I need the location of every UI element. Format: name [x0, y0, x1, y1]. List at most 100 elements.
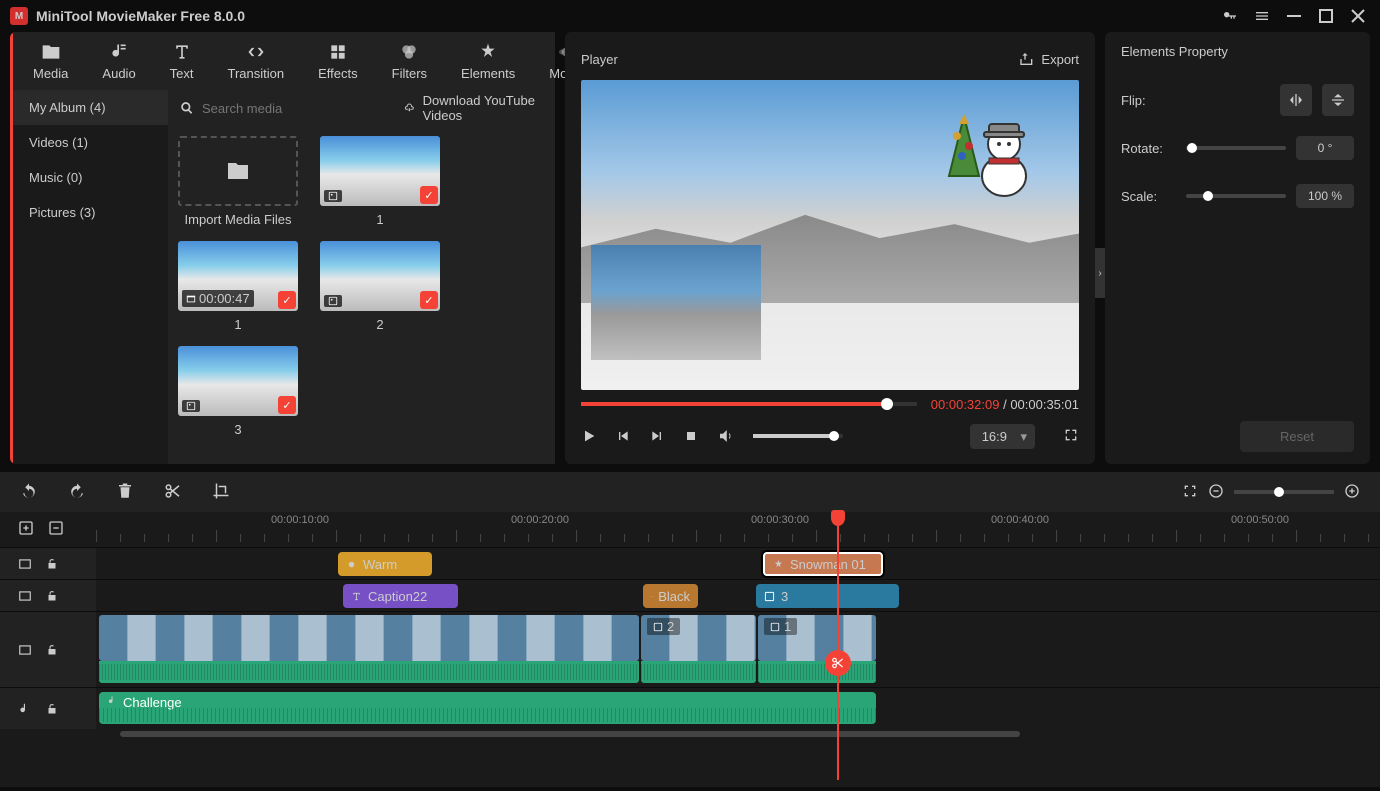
split-button[interactable] [164, 482, 182, 503]
crop-button[interactable] [212, 482, 230, 503]
snowman-element [929, 86, 1039, 201]
rotate-value[interactable]: 0 ° [1296, 136, 1354, 160]
add-track-icon[interactable] [18, 520, 34, 536]
pip-overlay [591, 245, 761, 360]
close-button[interactable] [1346, 4, 1370, 28]
check-icon: ✓ [420, 291, 438, 309]
clip-pic3[interactable]: 3 [756, 584, 899, 608]
check-icon: ✓ [278, 291, 296, 309]
unlock-icon[interactable] [46, 590, 58, 602]
image-icon [324, 190, 342, 202]
track-audio: Challenge [0, 687, 1380, 729]
maximize-button[interactable] [1314, 4, 1338, 28]
film-icon [18, 643, 32, 657]
download-youtube-button[interactable]: Download YouTube Videos [390, 90, 555, 126]
sidebar-item-pictures[interactable]: Pictures (3) [13, 195, 168, 230]
minimize-button[interactable] [1282, 4, 1306, 28]
play-button[interactable] [581, 428, 597, 444]
search-box[interactable] [168, 101, 390, 116]
rotate-slider[interactable] [1186, 146, 1286, 150]
tab-elements[interactable]: Elements [455, 38, 521, 85]
media-item[interactable]: ✓ 2 [320, 241, 440, 332]
clip-pic2[interactable]: 2 [641, 615, 756, 661]
stop-button[interactable] [683, 428, 699, 444]
flip-label: Flip: [1121, 93, 1176, 108]
tab-transition[interactable]: Transition [222, 38, 291, 85]
flip-horizontal-button[interactable] [1280, 84, 1312, 116]
media-item[interactable]: ✓ 3 [178, 346, 298, 437]
clip-video-main-audio[interactable] [99, 661, 639, 683]
export-button[interactable]: Export [1017, 51, 1079, 67]
zoom-out-button[interactable] [1208, 483, 1224, 502]
scale-value[interactable]: 100 % [1296, 184, 1354, 208]
clip-video-main[interactable] [99, 615, 639, 661]
delete-button[interactable] [116, 482, 134, 503]
media-item[interactable]: 00:00:47✓ 1 [178, 241, 298, 332]
clip-challenge[interactable]: Challenge [99, 692, 876, 724]
aspect-ratio-select[interactable]: 16:9 [970, 424, 1035, 449]
zoom-in-button[interactable] [1344, 483, 1360, 502]
import-media-button[interactable]: Import Media Files [178, 136, 298, 227]
search-icon [180, 101, 194, 115]
volume-slider[interactable] [753, 434, 843, 438]
unlock-icon[interactable] [46, 703, 58, 715]
unlock-icon[interactable] [46, 644, 58, 656]
tracks-area: Warm Snowman 01 Caption22 Black 3 2 1 [0, 547, 1380, 787]
clip-warm[interactable]: Warm [338, 552, 432, 576]
progress-row: 00:00:32:09 / 00:00:35:01 [581, 394, 1079, 414]
sidebar-item-music[interactable]: Music (0) [13, 160, 168, 195]
folder-icon [226, 159, 250, 183]
prev-button[interactable] [615, 428, 631, 444]
cloud-download-icon [404, 101, 415, 115]
track-text: Caption22 Black 3 [0, 579, 1380, 611]
preview-area[interactable] [581, 80, 1079, 390]
clip-pic1[interactable]: 1 [758, 615, 876, 661]
remove-track-icon[interactable] [48, 520, 64, 536]
clip-snowman[interactable]: Snowman 01 [763, 552, 883, 576]
scale-label: Scale: [1121, 189, 1176, 204]
clip-black[interactable]: Black [643, 584, 698, 608]
menu-icon[interactable] [1250, 4, 1274, 28]
image-icon [324, 295, 342, 307]
import-label: Import Media Files [185, 212, 292, 227]
seek-bar[interactable] [581, 402, 917, 406]
tab-effects[interactable]: Effects [312, 38, 364, 85]
tab-media[interactable]: Media [27, 38, 74, 85]
tab-text[interactable]: Text [164, 38, 200, 85]
key-icon[interactable] [1218, 4, 1242, 28]
main-tabs: Media Audio Text Transition Effects Filt… [13, 32, 555, 90]
next-button[interactable] [649, 428, 665, 444]
media-panel: Media Audio Text Transition Effects Filt… [10, 32, 555, 464]
timeline-ruler[interactable]: 00:00:10:00 00:00:20:00 00:00:30:00 00:0… [0, 512, 1380, 547]
media-item[interactable]: ✓ 1 [320, 136, 440, 227]
zoom-slider[interactable] [1234, 490, 1334, 494]
check-icon: ✓ [278, 396, 296, 414]
volume-button[interactable] [717, 427, 735, 445]
undo-button[interactable] [20, 482, 38, 503]
redo-button[interactable] [68, 482, 86, 503]
collapse-button[interactable]: › [1095, 248, 1105, 298]
horizontal-scrollbar[interactable] [0, 729, 1380, 739]
unlock-icon[interactable] [46, 558, 58, 570]
check-icon: ✓ [420, 186, 438, 204]
clip-caption[interactable]: Caption22 [343, 584, 458, 608]
tab-audio[interactable]: Audio [96, 38, 141, 85]
sidebar-item-videos[interactable]: Videos (1) [13, 125, 168, 160]
split-indicator[interactable] [825, 650, 851, 676]
timeline: 00:00:10:00 00:00:20:00 00:00:30:00 00:0… [0, 472, 1380, 787]
title-bar: M MiniTool MovieMaker Free 8.0.0 [0, 0, 1380, 32]
scale-slider[interactable] [1186, 194, 1286, 198]
media-sidebar: My Album (4) Videos (1) Music (0) Pictur… [13, 90, 168, 464]
tab-filters[interactable]: Filters [386, 38, 433, 85]
text-icon [351, 591, 362, 602]
fit-button[interactable] [1182, 483, 1198, 502]
media-grid: Import Media Files ✓ 1 00:00:47✓ 1 ✓ 2 [168, 126, 555, 464]
reset-button[interactable]: Reset [1240, 421, 1354, 452]
sidebar-item-myalbum[interactable]: My Album (4) [13, 90, 168, 125]
app-title: MiniTool MovieMaker Free 8.0.0 [36, 8, 245, 24]
fullscreen-button[interactable] [1063, 427, 1079, 446]
search-input[interactable] [202, 101, 378, 116]
music-icon [107, 695, 118, 706]
playhead[interactable] [837, 510, 839, 780]
flip-vertical-button[interactable] [1322, 84, 1354, 116]
